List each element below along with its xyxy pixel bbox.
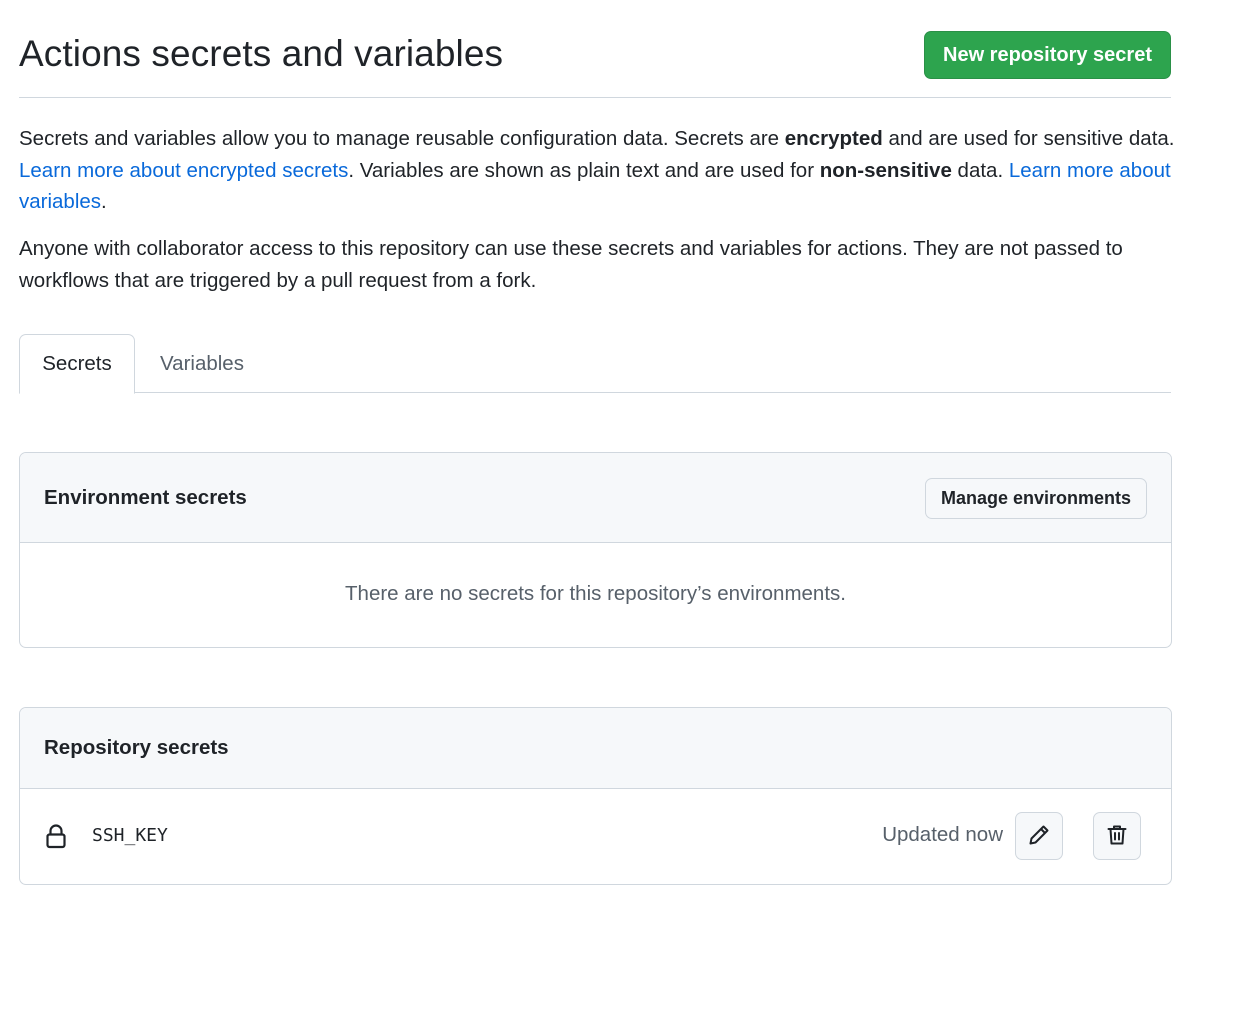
collaborator-note: Anyone with collaborator access to this … [19, 237, 1123, 292]
repository-secrets-header: Repository secrets [20, 708, 1171, 789]
intro-text: Secrets and variables allow you to manag… [19, 127, 785, 150]
intro-paragraph: Secrets and variables allow you to manag… [19, 123, 1179, 218]
intro-text: data. [951, 158, 1009, 182]
environment-secrets-title: Environment secrets [44, 485, 247, 509]
tab-variables[interactable]: Variables [147, 334, 257, 393]
learn-more-secrets-link[interactable]: Learn more about encrypted secrets [19, 159, 348, 182]
lock-icon [44, 823, 68, 849]
page-header: Actions secrets and variables New reposi… [19, 30, 1171, 98]
page: Actions secrets and variables New reposi… [0, 0, 1247, 1023]
list-item: SSH_KEY Updated now [20, 789, 1171, 884]
repository-secrets-box: Repository secrets SSH_KEY Updated now [19, 707, 1172, 885]
secret-updated-text: Updated now [882, 823, 1003, 846]
intro-text: . [101, 190, 107, 213]
repository-secrets-title: Repository secrets [44, 736, 229, 759]
tab-secrets[interactable]: Secrets [19, 334, 135, 394]
delete-secret-button[interactable] [1093, 812, 1141, 860]
page-title: Actions secrets and variables [19, 33, 504, 74]
tab-bar: Secrets Variables [19, 334, 1171, 394]
environment-secrets-header: Environment secrets Manage environments [20, 453, 1171, 543]
edit-secret-button[interactable] [1015, 812, 1063, 860]
trash-icon [1105, 823, 1129, 850]
intro-bold-encrypted: encrypted [784, 127, 883, 150]
intro-bold-non-sensitive: non-sensitive [819, 158, 952, 182]
pencil-icon [1027, 823, 1051, 850]
new-repository-secret-button[interactable]: New repository secret [924, 31, 1171, 79]
intro-text: and are used for sensitive data. [882, 127, 1175, 150]
manage-environments-button[interactable]: Manage environments [925, 478, 1147, 519]
intro-text: . Variables are shown as plain text and … [348, 158, 820, 182]
environment-secrets-box: Environment secrets Manage environments … [19, 452, 1172, 648]
secret-name: SSH_KEY [92, 825, 168, 846]
environment-secrets-empty-message: There are no secrets for this repository… [345, 582, 846, 605]
